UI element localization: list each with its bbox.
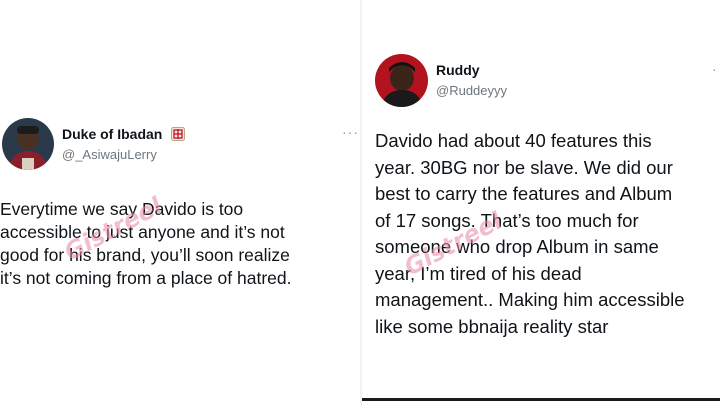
bottom-divider xyxy=(362,398,720,401)
avatar[interactable] xyxy=(2,118,54,170)
more-options-icon[interactable]: · xyxy=(712,61,718,77)
tweet-text-line: best to carry the features and Album xyxy=(375,183,673,204)
user-handle[interactable]: @Ruddeyyy xyxy=(436,83,507,98)
tweet-text-line: like some bbnaija reality star xyxy=(375,315,609,337)
tweet-card-left: Duke of Ibadan @_AsiwajuLerry ··· Everyt… xyxy=(0,0,360,405)
tweet-text-line: good for his brand, you’ll soon realize xyxy=(0,245,290,265)
tweet-text-line: year. 30BG nor be slave. We did our xyxy=(375,156,673,178)
user-handle[interactable]: @_AsiwajuLerry xyxy=(62,147,157,162)
tweet-card-right: Ruddy @Ruddeyyy · Davido had about 40 fe… xyxy=(362,0,720,405)
tweet-text-line: of 17 songs. That’s too much for xyxy=(375,209,639,231)
more-options-icon[interactable]: ··· xyxy=(342,124,359,140)
tweet-text-line: it’s not coming from a place of hatred. xyxy=(0,268,292,288)
display-name[interactable]: Ruddy xyxy=(436,62,480,78)
tweet-text-line: management.. Making him accessible xyxy=(375,289,685,310)
tweet-text-line: Davido had about 40 features this xyxy=(375,130,652,151)
display-name[interactable]: Duke of Ibadan xyxy=(62,126,186,142)
avatar-photo xyxy=(2,118,54,170)
avatar[interactable] xyxy=(375,54,428,107)
tweet-text: Davido had about 40 features this year. … xyxy=(375,128,685,340)
mahjong-tile-icon xyxy=(171,127,186,141)
avatar-photo xyxy=(375,54,428,107)
